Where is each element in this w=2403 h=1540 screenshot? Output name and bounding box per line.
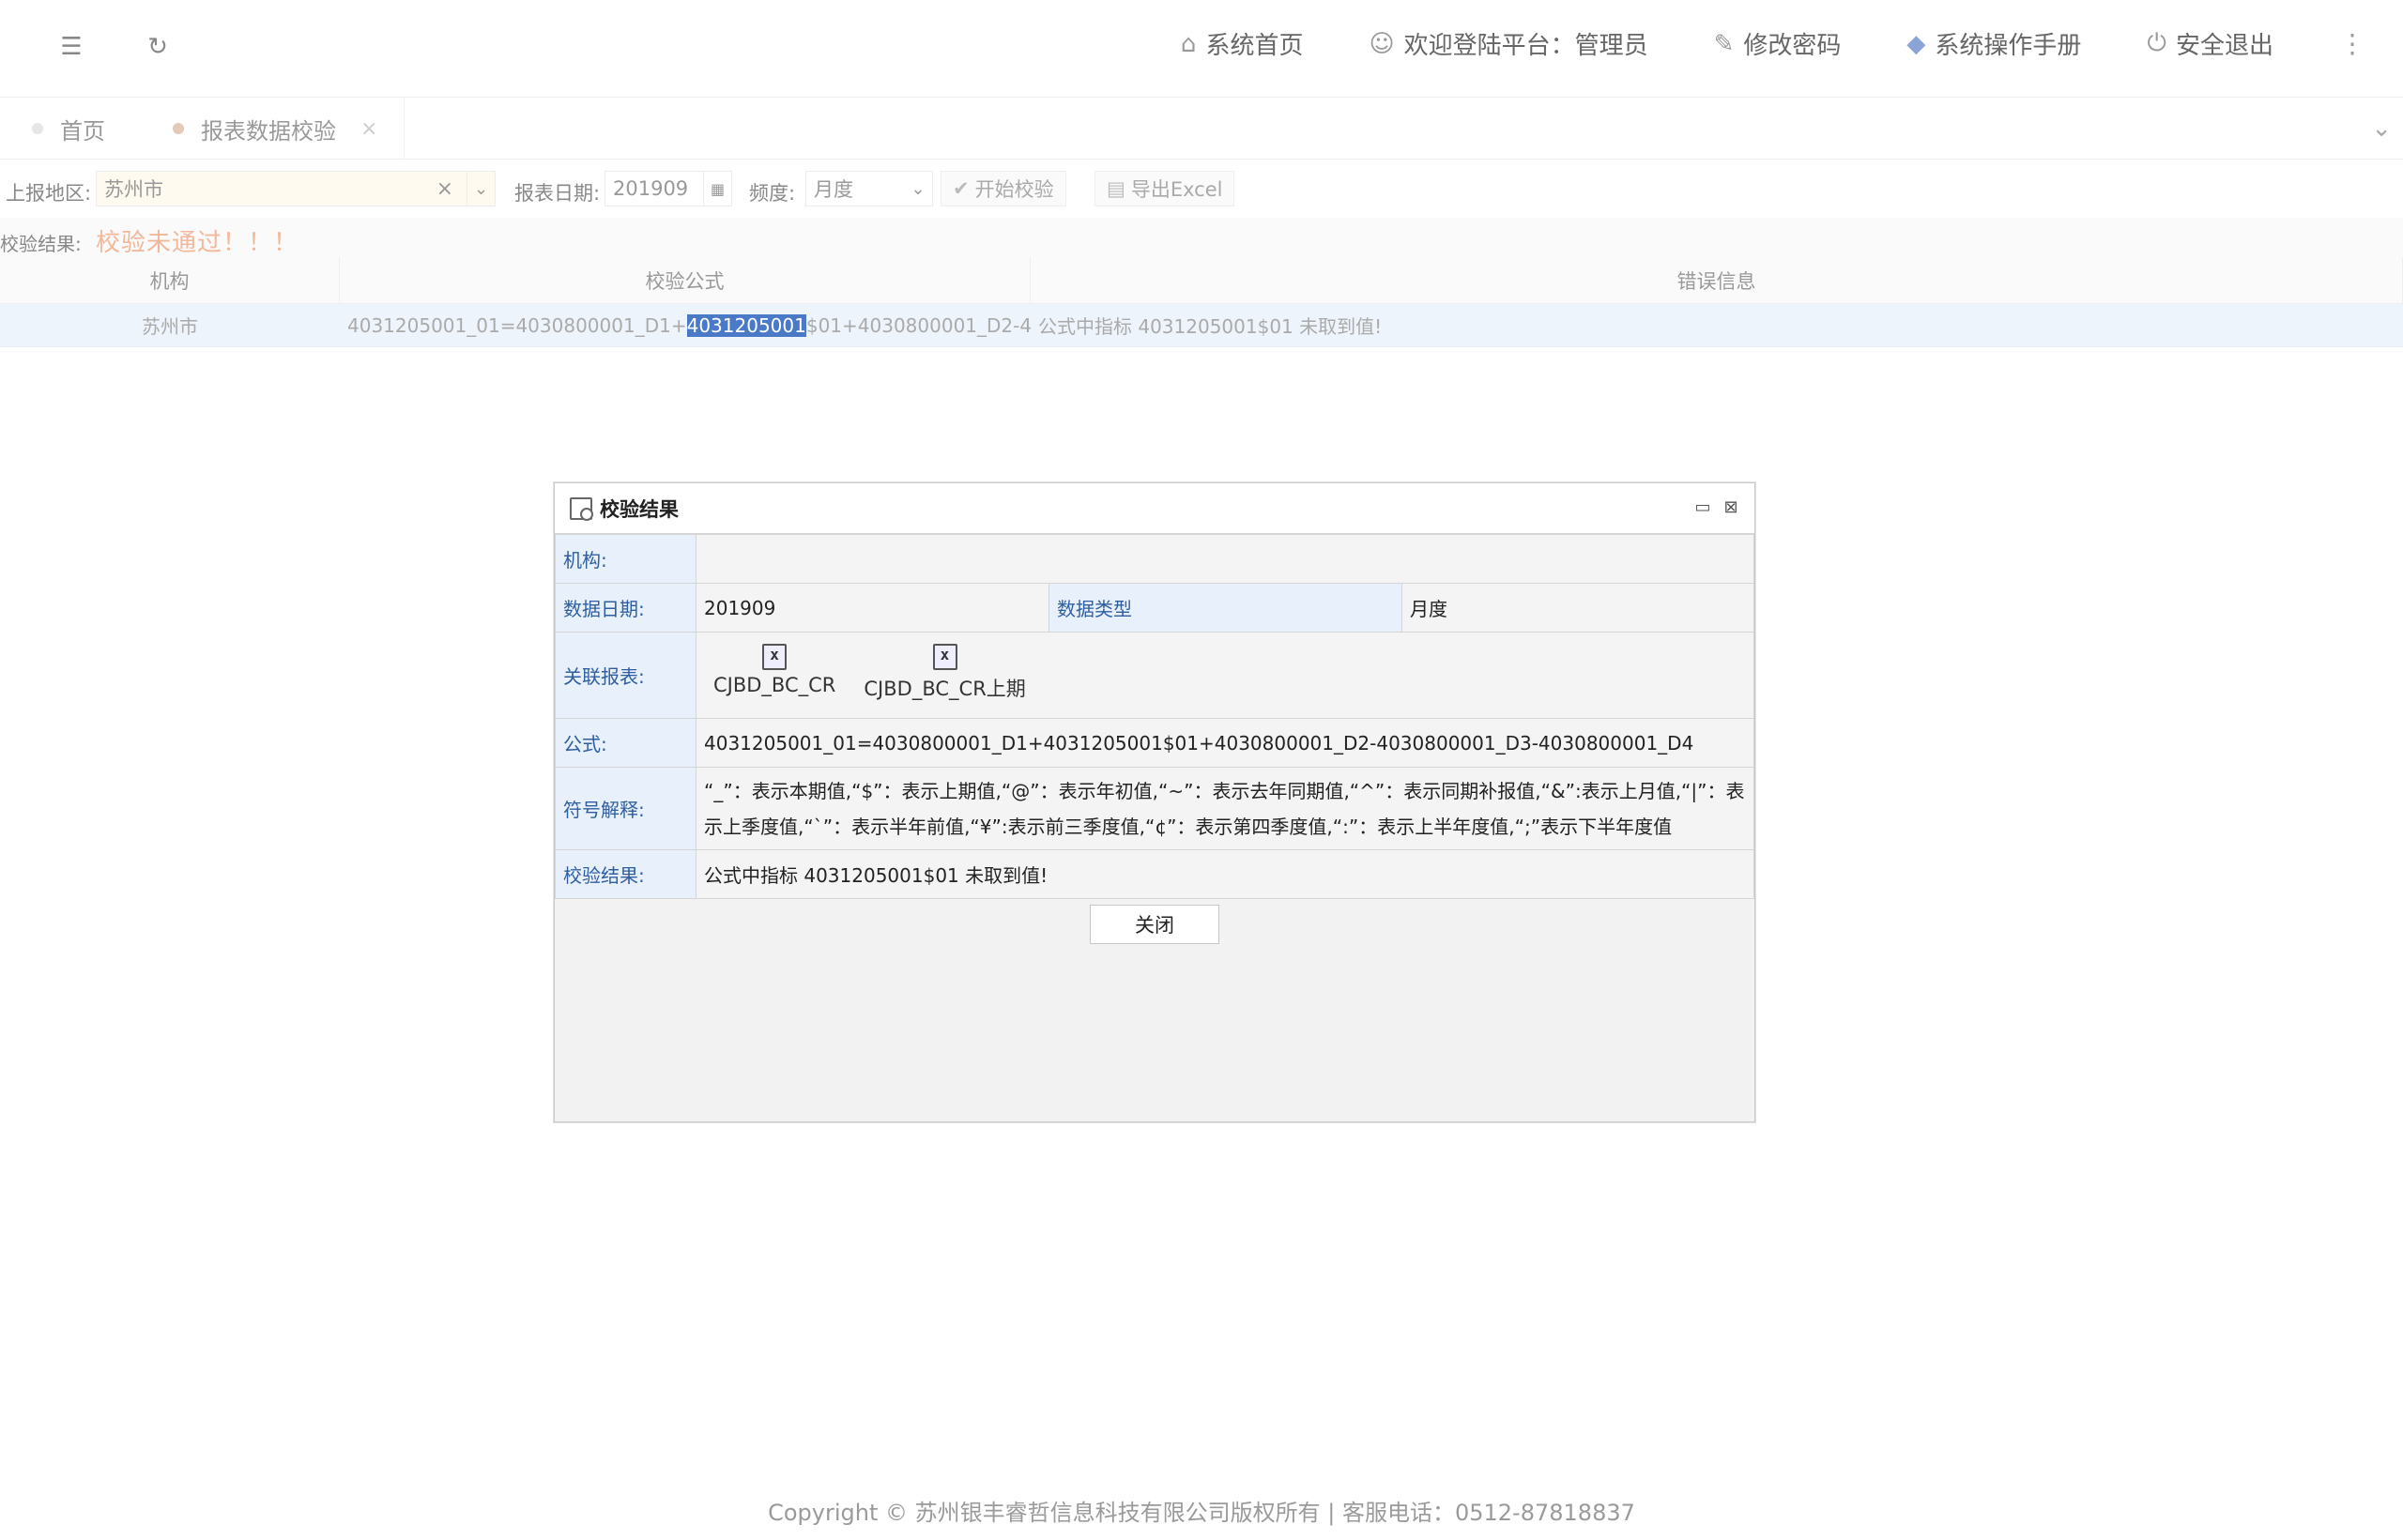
maximize-icon[interactable]: ▭: [1694, 497, 1711, 517]
org-field-value: [696, 534, 1754, 584]
nav-home[interactable]: ⌂ 系统首页: [1181, 26, 1304, 61]
region-combobox[interactable]: 苏州市 × ⌄: [96, 171, 496, 206]
freq-select[interactable]: 月度 ⌄: [805, 171, 933, 206]
formula-label: 公式:: [555, 718, 696, 768]
org-field-label: 机构:: [555, 534, 696, 584]
symbol-text: “_”：表示本期值,“$”：表示上期值,“@”：表示年初值,“~”：表示去年同期…: [704, 779, 1745, 838]
column-error[interactable]: 错误信息: [1031, 257, 2403, 303]
start-check-button[interactable]: ✔ 开始校验: [941, 171, 1066, 206]
region-value: 苏州市: [104, 178, 163, 201]
related-reports-label: 关联报表:: [555, 632, 696, 719]
nav-change-password-label: 修改密码: [1743, 32, 1842, 60]
nav-change-password[interactable]: ✎ 修改密码: [1714, 26, 1842, 61]
tab-bar: 首页 报表数据校验 × ⌄: [0, 98, 2403, 160]
related-reports-value: CJBD_BC_CR CJBD_BC_CR上期: [696, 632, 1754, 719]
dialog-form: 机构: 数据日期: 201909 数据类型 月度 关联报表: CJBD_BC_C…: [555, 534, 1754, 899]
cell-org: 苏州市: [142, 315, 198, 338]
footer-copyright: Copyright © 苏州银丰睿哲信息科技有限公司版权所有 | 客服电话：05…: [768, 1500, 1635, 1526]
formula-text-rest: $01+4030800001_D2-403080...: [805, 313, 1031, 337]
symbol-value: “_”：表示本期值,“$”：表示上期值,“@”：表示年初值,“~”：表示去年同期…: [696, 767, 1754, 850]
chevron-down-icon[interactable]: ⌄: [904, 172, 932, 206]
tab-home[interactable]: 首页: [32, 98, 105, 160]
pencil-icon: ✎: [1713, 29, 1735, 58]
result-label: 校验结果:: [0, 233, 82, 255]
check-result-label: 校验结果:: [555, 849, 696, 899]
filter-toolbar: 上报地区: 苏州市 × ⌄ 报表日期: 201909 ▦ 频度: 月度 ⌄ ✔ …: [0, 160, 2403, 218]
calendar-icon[interactable]: ▦: [703, 172, 731, 206]
data-type-label: 数据类型: [1048, 583, 1402, 633]
cell-error: 公式中指标 4031205001$01 未取到值!: [1038, 315, 1383, 338]
grid-header: 机构 校验公式 错误信息: [0, 257, 2403, 304]
report-file-name: CJBD_BC_CR: [713, 674, 836, 696]
tab-dot-icon: [173, 123, 184, 134]
close-icon[interactable]: ⊠: [1722, 497, 1739, 517]
symbol-label: 符号解释:: [555, 767, 696, 850]
data-type-value: 月度: [1401, 583, 1754, 633]
tab-report-check-label: 报表数据校验: [201, 117, 336, 145]
nav-welcome-label: 欢迎登陆平台：管理员: [1403, 32, 1648, 60]
dialog-title-bar[interactable]: 校验结果 ▭ ⊠: [555, 483, 1754, 534]
refresh-icon[interactable]: ↻: [143, 32, 173, 62]
data-date-value: 201909: [696, 583, 1049, 633]
formula-selection: 4031205001: [686, 313, 806, 337]
export-excel-label: 导出Excel: [1130, 178, 1223, 201]
table-row[interactable]: 苏州市 4031205001_01=4030800001_D1+ 40312050…: [0, 304, 2403, 347]
date-value: 201909: [613, 177, 689, 200]
chevron-down-icon[interactable]: ⌄: [467, 172, 495, 206]
power-icon: ⏻: [2147, 29, 2166, 57]
data-date-label: 数据日期:: [555, 583, 696, 633]
column-formula[interactable]: 校验公式: [340, 257, 1031, 303]
freq-value: 月度: [814, 178, 853, 201]
formula-value: 4031205001_01=4030800001_D1+4031205001$0…: [696, 718, 1754, 768]
nav-logout[interactable]: ⏻ 安全退出: [2147, 26, 2273, 61]
report-file-link[interactable]: CJBD_BC_CR上期: [864, 644, 1026, 702]
report-file-link[interactable]: CJBD_BC_CR: [713, 644, 835, 702]
excel-icon: ▤: [1107, 177, 1125, 200]
tab-dot-icon: [32, 123, 43, 134]
check-result-value: 公式中指标 4031205001$01 未取到值!: [696, 849, 1754, 899]
export-excel-button[interactable]: ▤ 导出Excel: [1094, 171, 1235, 206]
nav-manual-label: 系统操作手册: [1935, 32, 2082, 60]
dialog-report-icon: [570, 496, 593, 521]
date-label: 报表日期:: [514, 182, 601, 205]
check-icon: ✔: [953, 177, 970, 200]
nav-welcome[interactable]: ☺ 欢迎登陆平台：管理员: [1369, 26, 1647, 61]
top-nav: ⌂ 系统首页 ☺ 欢迎登陆平台：管理员 ✎ 修改密码 ◆ 系统操作手册 ⏻ 安全…: [1181, 26, 2365, 61]
freq-label: 频度:: [749, 182, 796, 205]
check-result-dialog: 校验结果 ▭ ⊠ 机构: 数据日期: 201909 数据类型 月度 关联报表: …: [554, 482, 1755, 1122]
tab-close-icon[interactable]: ×: [360, 117, 377, 141]
start-check-label: 开始校验: [974, 178, 1054, 201]
manual-icon: ◆: [1906, 29, 1926, 58]
chevron-down-icon[interactable]: ⌄: [2371, 114, 2392, 143]
top-header: ☰ ↻ ⌂ 系统首页 ☺ 欢迎登陆平台：管理员 ✎ 修改密码 ◆ 系统操作手册 …: [0, 0, 2403, 98]
tab-report-check[interactable]: 报表数据校验 ×: [173, 98, 406, 160]
result-value: 校验未通过！！！: [96, 229, 299, 257]
excel-file-icon: [932, 644, 957, 670]
dialog-title: 校验结果: [600, 497, 679, 521]
result-line: 校验结果: 校验未通过！！！: [0, 218, 2403, 257]
cell-formula: 4031205001_01=4030800001_D1+ 4031205001 $0…: [340, 304, 1031, 346]
result-grid: 机构 校验公式 错误信息 苏州市 4031205001_01=403080000…: [0, 257, 2403, 347]
nav-manual[interactable]: ◆ 系统操作手册: [1906, 26, 2081, 61]
home-icon: ⌂: [1180, 29, 1197, 58]
menu-toggle-icon[interactable]: ☰: [56, 32, 86, 62]
user-icon: ☺: [1369, 29, 1395, 58]
nav-logout-label: 安全退出: [2175, 32, 2273, 60]
dialog-close-button[interactable]: 关闭: [1090, 905, 1219, 944]
more-menu-icon[interactable]: ⋮: [2339, 28, 2365, 59]
tab-home-label: 首页: [60, 117, 105, 145]
clear-icon[interactable]: ×: [436, 177, 453, 201]
formula-text: 4031205001_01=4030800001_D1+: [347, 313, 687, 337]
excel-file-icon: [762, 644, 788, 670]
region-label: 上报地区:: [6, 182, 92, 205]
column-org[interactable]: 机构: [0, 257, 340, 303]
nav-home-label: 系统首页: [1205, 32, 1304, 60]
date-input[interactable]: 201909 ▦: [605, 171, 732, 206]
report-file-name: CJBD_BC_CR上期: [864, 678, 1026, 700]
